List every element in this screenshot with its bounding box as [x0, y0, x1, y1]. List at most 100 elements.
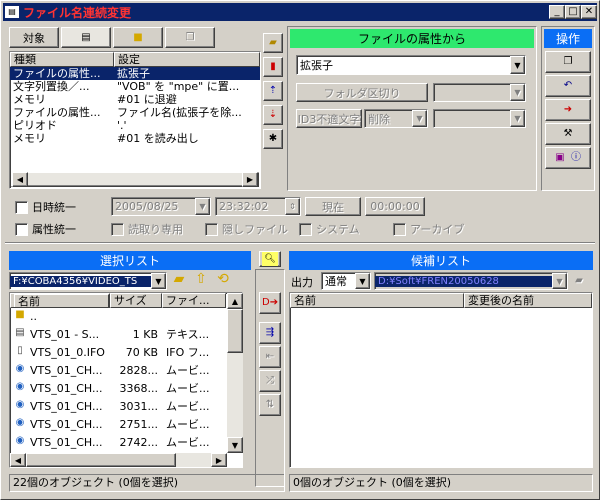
help-button[interactable]: ▣ ⓘ [545, 147, 591, 169]
file-list[interactable]: 名前 ▲ サイズ ファイ... ■..▤VTS_01 - S...1 KBテキス… [9, 292, 243, 468]
hammer-button[interactable]: ⚒ [545, 123, 591, 145]
readonly-checkbox[interactable] [111, 222, 124, 236]
attrib-checkbox[interactable] [15, 222, 28, 236]
file-list-vscrollbar[interactable]: ▲ ▼ [227, 293, 243, 453]
rule-row[interactable]: 文字列置換／... "VOB" を "mpe" に置... [10, 80, 260, 93]
open-rule-button[interactable]: ▰ [263, 33, 283, 53]
chevron-down-icon[interactable]: ▼ [412, 110, 427, 127]
chevron-down-icon[interactable]: ▼ [510, 84, 525, 101]
folder-sep-button[interactable]: フォルダ区切り [296, 83, 428, 102]
spin-icon[interactable]: ⇕ [285, 198, 300, 215]
datetime-checkbox[interactable] [15, 200, 28, 214]
col-cand-name[interactable]: 名前 [290, 293, 464, 308]
folder-sep-select[interactable]: ▼ [433, 83, 526, 102]
path-select[interactable]: F:¥COBA4356¥VIDEO_TS ▼ [9, 272, 167, 290]
add-all-button[interactable]: ⇶ [259, 322, 281, 344]
find-button[interactable]: 🔍︎ [259, 251, 281, 267]
up-folder-icon[interactable]: ⇧ [193, 272, 209, 286]
scroll-left-button[interactable]: ◀ [12, 172, 28, 187]
clear-rule-button[interactable]: ✱ [263, 129, 283, 149]
zero-time-button[interactable]: 00:00:00 [365, 197, 425, 216]
rule-row[interactable]: メモリ #01 を読み出し [10, 132, 260, 145]
time-spinner[interactable]: 23:32:02 ⇕ [215, 197, 301, 216]
scroll-down-button[interactable]: ▼ [227, 437, 243, 453]
col-type[interactable]: ファイ... [162, 293, 226, 308]
execute-button[interactable]: ➜ [545, 99, 591, 121]
folder-icon[interactable]: ▰ [171, 272, 187, 286]
file-row[interactable]: ▤ VTS_01 - S... 1 KB テキス... [10, 326, 242, 344]
date-picker[interactable]: 2005/08/25 ▼ [111, 197, 211, 216]
archive-checkbox[interactable] [393, 222, 406, 236]
chevron-down-icon[interactable]: ▼ [151, 273, 166, 289]
file-row[interactable]: ■.. [10, 308, 242, 326]
attr-select[interactable]: 拡張子 ▼ [296, 55, 526, 75]
move-down-button[interactable]: ⇣ [263, 105, 283, 125]
sort-button[interactable]: ⇅ [259, 394, 281, 416]
output-path-select[interactable]: D:¥Soft¥FREN20050628 ▼ [374, 272, 568, 290]
door-arrow-icon: ➜ [563, 104, 573, 115]
tab-folder-mode[interactable]: ■ [113, 27, 163, 48]
chevron-down-icon[interactable]: ▼ [552, 273, 567, 289]
file-row[interactable]: ◉ VTS_01_CH... 2828... ムービ... [10, 362, 242, 380]
system-option[interactable]: システム [299, 221, 360, 237]
scroll-left-button[interactable]: ◀ [10, 453, 26, 467]
chevron-down-icon[interactable]: ▼ [510, 110, 525, 127]
id3-action-select[interactable]: 削除 ▼ [364, 109, 428, 128]
rules-list[interactable]: 種類 設定 ファイルの属性... 拡張子 文字列置換／... "VOB" を "mpe… [9, 51, 261, 189]
date-value: 2005/08/25 [115, 200, 179, 213]
file-row[interactable]: ◉ VTS_01_CH... 2751... ムービ... [10, 416, 242, 434]
chevron-down-icon[interactable]: ▼ [195, 198, 210, 215]
rule-setting: 拡張子 [117, 67, 150, 80]
scroll-right-button[interactable]: ▶ [242, 172, 258, 187]
delete-rule-button[interactable]: ▮ [263, 57, 283, 77]
folder-icon[interactable]: ▰ [571, 274, 587, 288]
splitter[interactable] [5, 242, 595, 244]
scroll-right-button[interactable]: ▶ [211, 453, 227, 467]
scroll-up-button[interactable]: ▲ [227, 293, 243, 309]
file-row[interactable]: ◉ VTS_01_CH... 3031... ムービ... [10, 398, 242, 416]
hidden-option[interactable]: 隠しファイル [205, 221, 288, 237]
scroll-thumb[interactable] [227, 309, 243, 353]
tab-file-mode[interactable]: ▤ [61, 27, 111, 48]
rule-row[interactable]: ピリオド '.' [10, 119, 260, 132]
system-checkbox[interactable] [299, 222, 312, 236]
file-list-hscrollbar[interactable]: ◀ ▶ [10, 453, 227, 467]
col-setting[interactable]: 設定 [114, 52, 260, 67]
chevron-down-icon[interactable]: ▼ [510, 56, 525, 74]
maximize-button[interactable]: □ [565, 5, 581, 19]
readonly-option[interactable]: 読取り専用 [111, 221, 183, 237]
text-file-icon: ▤ [15, 327, 25, 338]
file-row[interactable]: ▯ VTS_01_0.IFO 70 KB IFO フ... [10, 344, 242, 362]
id3-button[interactable]: ID3不適文字 [296, 109, 362, 128]
now-button[interactable]: 現在 [305, 197, 361, 216]
tab-copy-mode[interactable]: ❐ [165, 27, 215, 48]
hscroll-thumb[interactable] [26, 453, 176, 467]
rule-row[interactable]: メモリ #01 に退避 [10, 93, 260, 106]
rule-row[interactable]: ファイルの属性... 拡張子 [10, 67, 260, 80]
hidden-checkbox[interactable] [205, 222, 218, 236]
add-to-candidate-button[interactable]: D➔ [259, 292, 281, 314]
minimize-button[interactable]: _ [549, 5, 565, 19]
col-size[interactable]: サイズ [110, 293, 162, 308]
col-new-name[interactable]: 変更後の名前 [464, 293, 592, 308]
copy-files-button[interactable]: ❐ [545, 51, 591, 73]
candidate-list[interactable]: 名前 変更後の名前 [289, 292, 593, 468]
undo-button[interactable]: ↶ [545, 75, 591, 97]
id3-extra-select[interactable]: ▼ [433, 109, 526, 128]
close-button[interactable]: ✕ [581, 5, 597, 19]
col-name[interactable]: 名前 ▲ [10, 293, 110, 308]
move-up-button[interactable]: ⇡ [263, 81, 283, 101]
remove-button[interactable]: ⇤ [259, 346, 281, 368]
file-row[interactable]: ◉ VTS_01_CH... 2742... ムービ... [10, 434, 242, 452]
output-mode-select[interactable]: 通常 ▼ [321, 272, 371, 290]
remove-all-button[interactable]: ⤮ [259, 370, 281, 392]
rule-row[interactable]: ファイルの属性... ファイル名(拡張子を除... [10, 106, 260, 119]
file-row[interactable]: ◉ VTS_01_CH... 3368... ムービ... [10, 380, 242, 398]
chevron-down-icon[interactable]: ▼ [355, 273, 370, 289]
refresh-folder-icon[interactable]: ⟲ [215, 272, 231, 286]
col-kind[interactable]: 種類 [10, 52, 114, 67]
archive-option[interactable]: アーカイブ [393, 221, 464, 237]
rules-hscrollbar[interactable]: ◀ ▶ [11, 172, 259, 187]
title-bar[interactable]: ▤ ファイル名連続変更 _ □ ✕ [3, 3, 597, 21]
tab-target[interactable]: 対象 [9, 27, 59, 48]
